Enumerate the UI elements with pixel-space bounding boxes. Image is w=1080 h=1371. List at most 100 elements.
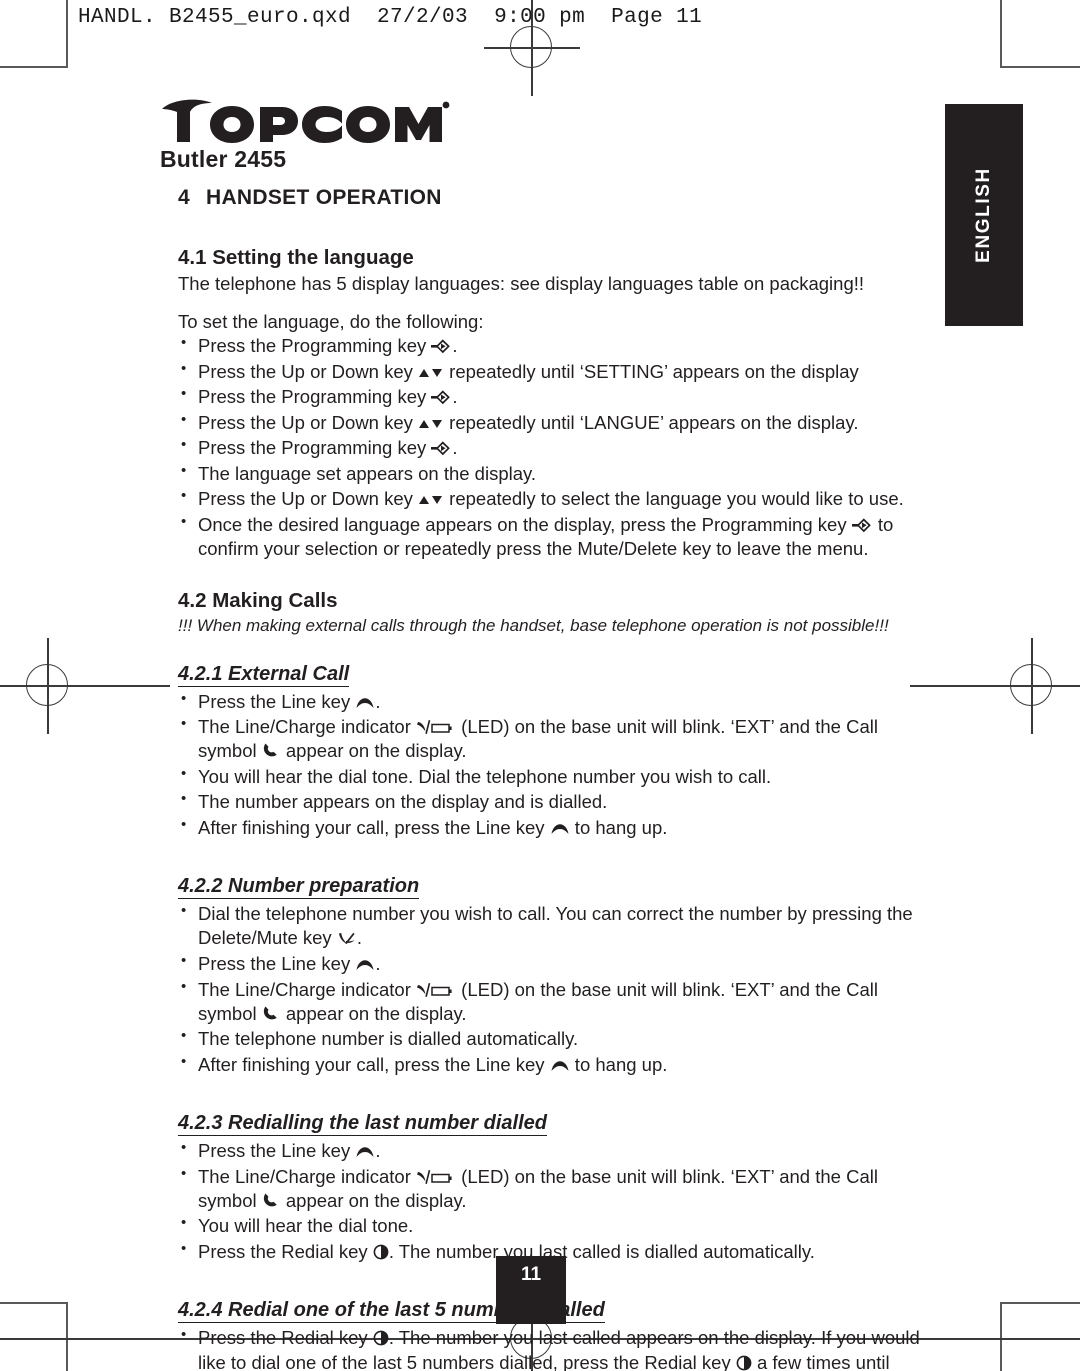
list-item: After finishing your call, press the Lin… bbox=[178, 1052, 920, 1077]
line-charge-indicator-icon bbox=[416, 720, 456, 735]
up-down-arrows-icon bbox=[418, 366, 444, 380]
list-item: The Line/Charge indicator (LED) on the b… bbox=[178, 714, 920, 763]
list-item: Press the Line key . bbox=[178, 951, 920, 976]
list-item: Press the Up or Down key repeatedly unti… bbox=[178, 410, 920, 435]
section-heading-4-1: 4.1 Setting the language bbox=[178, 246, 414, 269]
step-text: The telephone number is dialled automati… bbox=[198, 1028, 579, 1050]
programming-key-icon bbox=[431, 441, 452, 456]
step-text-after: . bbox=[375, 1140, 381, 1162]
section-4-2-note: !!! When making external calls through t… bbox=[178, 615, 889, 635]
list-item: After finishing your call, press the Lin… bbox=[178, 815, 920, 840]
step-text: The Line/Charge indicator bbox=[198, 1165, 417, 1187]
step-text-after: . bbox=[452, 386, 458, 408]
step-text: Press the Programming key bbox=[198, 386, 432, 408]
step-text-after: repeatedly until ‘LANGUE’ appears on the… bbox=[444, 411, 859, 433]
step-text: Press the Redial key bbox=[198, 1240, 373, 1262]
call-symbol-icon bbox=[262, 742, 281, 759]
step-text: Press the Line key bbox=[198, 952, 356, 974]
step-text: Press the Programming key bbox=[198, 335, 432, 357]
printed-page: HANDL. B2455_euro.qxd 27/2/03 9:00 pm Pa… bbox=[0, 0, 1080, 1371]
redial-key-icon bbox=[373, 1244, 389, 1260]
call-symbol-icon bbox=[262, 1005, 281, 1022]
list-item: Press the Line key . bbox=[178, 689, 920, 714]
list-item: The Line/Charge indicator (LED) on the b… bbox=[178, 977, 920, 1026]
step-text: Press the Programming key bbox=[198, 437, 432, 459]
step-text: The Line/Charge indicator bbox=[198, 978, 417, 1000]
step-text: Press the Line key bbox=[198, 690, 356, 712]
line-key-icon bbox=[355, 697, 375, 710]
list-item: The Line/Charge indicator (LED) on the b… bbox=[178, 1164, 920, 1213]
brand-logo: Butler 2455 bbox=[160, 96, 450, 173]
crop-mark-bottom-right-horizontal bbox=[1000, 1302, 1080, 1304]
registration-mark-right bbox=[984, 638, 1080, 734]
step-text: Press the Line key bbox=[198, 1140, 356, 1162]
subsection-heading-wrap-4-2-1: 4.2.1 External Call bbox=[178, 663, 920, 688]
list-item: Press the Up or Down key repeatedly to s… bbox=[178, 486, 920, 511]
crop-mark-top-left-vertical bbox=[66, 0, 68, 68]
up-down-arrows-icon bbox=[418, 417, 444, 431]
step-text: After finishing your call, press the Lin… bbox=[198, 1053, 550, 1075]
section-4-2-3-steps: Press the Line key . The Line/Charge ind… bbox=[178, 1138, 920, 1264]
step-text: Press the Up or Down key bbox=[198, 488, 419, 510]
page-number-badge: 11 bbox=[496, 1256, 566, 1324]
crop-mark-top-left-horizontal bbox=[0, 66, 68, 68]
section-4-2-1-steps: Press the Line key . The Line/Charge ind… bbox=[178, 689, 920, 840]
step-text: Press the Up or Down key bbox=[198, 360, 419, 382]
section-heading-4-2: 4.2 Making Calls bbox=[178, 588, 338, 612]
step-text-after: to hang up. bbox=[569, 1053, 668, 1075]
step-text-after: repeatedly to select the language you wo… bbox=[444, 488, 904, 510]
subsection-heading-4-2-1: 4.2.1 External Call bbox=[178, 662, 350, 687]
step-text: Dial the telephone number you wish to ca… bbox=[198, 903, 913, 949]
line-charge-indicator-icon bbox=[416, 982, 456, 998]
step-text-after: . The number you last called is dialled … bbox=[388, 1240, 815, 1262]
step-text-after: repeatedly until ‘SETTING’ appears on th… bbox=[444, 360, 859, 382]
list-item: Once the desired language appears on the… bbox=[178, 512, 920, 561]
subsection-heading-4-2-3: 4.2.3 Redialling the last number dialled bbox=[178, 1112, 547, 1137]
programming-key-icon bbox=[431, 339, 452, 354]
line-key-icon bbox=[550, 1060, 570, 1073]
step-text-after: . bbox=[452, 335, 458, 357]
document-content: 4 HANDSET OPERATION 4.1 Setting the langu… bbox=[178, 186, 920, 1371]
list-item: Press the Programming key . bbox=[178, 333, 920, 358]
subsection-heading-wrap-4-2-2: 4.2.2 Number preparation bbox=[178, 875, 920, 900]
up-down-arrows-icon bbox=[418, 493, 444, 507]
step-text: After finishing your call, press the Lin… bbox=[198, 816, 550, 838]
line-key-icon bbox=[550, 823, 570, 836]
list-item: The telephone number is dialled automati… bbox=[178, 1026, 920, 1051]
step-text: Press the Redial key bbox=[198, 1327, 373, 1349]
step-text-after: . bbox=[356, 927, 362, 949]
list-item: The number appears on the display and is… bbox=[178, 789, 920, 814]
redial-key-icon bbox=[373, 1330, 389, 1346]
crop-mark-top-right-horizontal bbox=[1000, 66, 1080, 68]
redial-key-icon bbox=[736, 1355, 752, 1371]
crop-mark-bottom-left-vertical bbox=[66, 1302, 68, 1371]
step-text-after: appear on the display. bbox=[280, 1189, 467, 1211]
chapter-title: HANDSET OPERATION bbox=[206, 186, 442, 209]
section-4-1-lead: To set the language, do the following: bbox=[178, 311, 484, 333]
crop-mark-top-right-vertical bbox=[1000, 0, 1002, 68]
programming-key-icon bbox=[431, 390, 452, 405]
step-text: You will hear the dial tone. Dial the te… bbox=[198, 765, 772, 787]
topcom-wordmark-icon bbox=[162, 99, 450, 143]
subsection-heading-4-2-2: 4.2.2 Number preparation bbox=[178, 875, 420, 900]
section-4-2-2-steps: Dial the telephone number you wish to ca… bbox=[178, 901, 920, 1077]
list-item: The language set appears on the display. bbox=[178, 461, 920, 486]
section-4-1-intro: The telephone has 5 display languages: s… bbox=[178, 273, 865, 294]
list-item: You will hear the dial tone. bbox=[178, 1213, 920, 1238]
step-text-after: to hang up. bbox=[569, 816, 668, 838]
step-text: The number appears on the display and is… bbox=[198, 791, 608, 813]
line-charge-indicator-icon bbox=[416, 1169, 456, 1185]
chapter-heading: 4 HANDSET OPERATION bbox=[178, 186, 920, 210]
list-item: You will hear the dial tone. Dial the te… bbox=[178, 764, 920, 789]
step-text: You will hear the dial tone. bbox=[198, 1215, 414, 1237]
list-item: Press the Up or Down key repeatedly unti… bbox=[178, 359, 920, 384]
call-symbol-icon bbox=[262, 1192, 281, 1209]
language-tab-label: ENGLISH bbox=[973, 167, 994, 263]
step-text: Once the desired language appears on the… bbox=[198, 513, 852, 535]
subsection-heading-wrap-4-2-3: 4.2.3 Redialling the last number dialled bbox=[178, 1112, 920, 1137]
step-text-after: . bbox=[375, 690, 381, 712]
list-item: Dial the telephone number you wish to ca… bbox=[178, 901, 920, 950]
step-text-after: appear on the display. bbox=[280, 740, 467, 762]
step-text: The language set appears on the display. bbox=[198, 462, 537, 484]
registration-mark-left bbox=[0, 638, 96, 734]
